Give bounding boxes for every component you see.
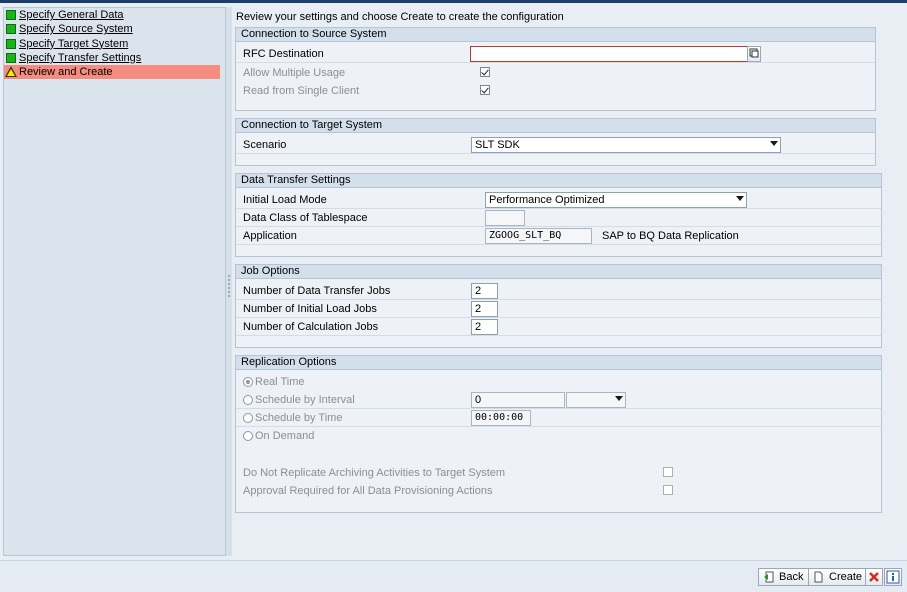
new-document-icon bbox=[814, 571, 823, 583]
real-time-row: Real Time bbox=[236, 373, 881, 391]
schedule-interval-radio[interactable] bbox=[243, 395, 253, 405]
step-label: Review and Create bbox=[19, 66, 113, 79]
approval-checkbox[interactable] bbox=[663, 485, 673, 495]
splitter-grip-icon[interactable] bbox=[228, 274, 230, 298]
read-single-client-checkbox[interactable] bbox=[480, 85, 490, 95]
calculation-jobs-row: Number of Calculation Jobs 2 bbox=[236, 318, 881, 336]
cancel-button[interactable] bbox=[865, 568, 883, 586]
wizard-step-list: Specify General Data Specify Source Syst… bbox=[3, 7, 226, 556]
approval-row: Approval Required for All Data Provision… bbox=[236, 482, 881, 500]
step-label[interactable]: Specify Target System bbox=[19, 38, 128, 50]
info-button[interactable] bbox=[884, 568, 902, 586]
schedule-interval-label: Schedule by Interval bbox=[255, 394, 355, 406]
green-status-icon bbox=[6, 10, 16, 20]
warning-icon bbox=[5, 66, 17, 78]
create-label: Create bbox=[829, 571, 863, 583]
interval-unit-select bbox=[566, 392, 626, 408]
step-specify-transfer-settings[interactable]: Specify Transfer Settings bbox=[4, 51, 220, 65]
real-time-radio[interactable] bbox=[243, 377, 253, 387]
calculation-jobs-input[interactable]: 2 bbox=[471, 319, 498, 335]
chevron-down-icon bbox=[615, 396, 623, 401]
data-transfer-jobs-label: Number of Data Transfer Jobs bbox=[243, 285, 391, 297]
schedule-interval-row: Schedule by Interval 0 bbox=[236, 391, 881, 409]
replication-options-section: Replication Options Real Time Schedule b… bbox=[235, 355, 882, 513]
read-single-client-label: Read from Single Client bbox=[243, 85, 360, 97]
close-icon bbox=[869, 572, 879, 582]
rfc-destination-input[interactable] bbox=[470, 46, 748, 62]
rfc-destination-label: RFC Destination bbox=[243, 48, 324, 60]
step-specify-general-data[interactable]: Specify General Data bbox=[4, 8, 220, 22]
step-label[interactable]: Specify Source System bbox=[19, 23, 133, 35]
initial-load-mode-row: Initial Load Mode Performance Optimized bbox=[236, 191, 881, 209]
schedule-time-field: 00:00:00 bbox=[471, 410, 531, 426]
allow-multiple-usage-label: Allow Multiple Usage bbox=[243, 67, 346, 79]
data-transfer-jobs-row: Number of Data Transfer Jobs 2 bbox=[236, 282, 881, 300]
application-label: Application bbox=[243, 230, 297, 242]
scenario-label: Scenario bbox=[243, 139, 287, 151]
on-demand-label: On Demand bbox=[255, 430, 315, 442]
data-class-field bbox=[485, 210, 525, 226]
window-top-border bbox=[0, 0, 907, 3]
rfc-destination-row: RFC Destination bbox=[236, 45, 875, 63]
create-button[interactable]: Create bbox=[808, 568, 869, 586]
initial-load-jobs-label: Number of Initial Load Jobs bbox=[243, 303, 377, 315]
step-specify-target-system[interactable]: Specify Target System bbox=[4, 37, 220, 51]
source-system-section: Connection to Source System RFC Destinat… bbox=[235, 27, 876, 111]
back-label: Back bbox=[779, 571, 804, 583]
green-status-icon bbox=[6, 52, 16, 63]
section-title: Job Options bbox=[236, 265, 881, 279]
data-transfer-jobs-input[interactable]: 2 bbox=[471, 283, 498, 299]
section-title: Connection to Target System bbox=[236, 119, 875, 133]
step-label[interactable]: Specify Transfer Settings bbox=[19, 52, 141, 64]
on-demand-row: On Demand bbox=[236, 427, 881, 445]
schedule-time-radio[interactable] bbox=[243, 413, 253, 423]
data-transfer-settings-section: Data Transfer Settings Initial Load Mode… bbox=[235, 173, 882, 257]
instruction-text: Review your settings and choose Create t… bbox=[236, 11, 564, 23]
initial-load-jobs-row: Number of Initial Load Jobs 2 bbox=[236, 300, 881, 318]
scenario-row: Scenario SLT SDK bbox=[236, 136, 875, 154]
scenario-select[interactable]: SLT SDK bbox=[471, 137, 781, 153]
application-description: SAP to BQ Data Replication bbox=[602, 230, 739, 242]
section-title: Connection to Source System bbox=[236, 28, 875, 42]
initial-load-mode-select[interactable]: Performance Optimized bbox=[485, 192, 747, 208]
real-time-label: Real Time bbox=[255, 376, 305, 388]
initial-load-mode-label: Initial Load Mode bbox=[243, 194, 327, 206]
target-system-section: Connection to Target System Scenario SLT… bbox=[235, 118, 876, 166]
read-single-client-row: Read from Single Client bbox=[236, 82, 875, 100]
on-demand-radio[interactable] bbox=[243, 431, 253, 441]
calculation-jobs-label: Number of Calculation Jobs bbox=[243, 321, 379, 333]
data-class-label: Data Class of Tablespace bbox=[243, 212, 368, 224]
scenario-value: SLT SDK bbox=[475, 139, 520, 151]
green-status-icon bbox=[6, 38, 16, 49]
application-row: Application ZGOOG_SLT_BQ SAP to BQ Data … bbox=[236, 227, 881, 245]
job-options-section: Job Options Number of Data Transfer Jobs… bbox=[235, 264, 882, 348]
application-field: ZGOOG_SLT_BQ bbox=[485, 228, 592, 244]
data-class-row: Data Class of Tablespace bbox=[236, 209, 881, 227]
section-title: Replication Options bbox=[236, 356, 881, 370]
back-button[interactable]: Back bbox=[758, 568, 810, 586]
initial-load-jobs-input[interactable]: 2 bbox=[471, 301, 498, 317]
archiving-label: Do Not Replicate Archiving Activities to… bbox=[243, 467, 506, 479]
value-help-button[interactable] bbox=[747, 46, 761, 62]
chevron-down-icon[interactable] bbox=[770, 141, 778, 146]
section-title: Data Transfer Settings bbox=[236, 174, 881, 188]
green-status-icon bbox=[6, 24, 16, 35]
step-specify-source-system[interactable]: Specify Source System bbox=[4, 22, 220, 36]
approval-label: Approval Required for All Data Provision… bbox=[243, 485, 493, 497]
allow-multiple-usage-checkbox[interactable] bbox=[480, 67, 490, 77]
interval-value-field: 0 bbox=[471, 392, 565, 408]
step-review-and-create[interactable]: Review and Create bbox=[4, 65, 220, 80]
archiving-row: Do Not Replicate Archiving Activities to… bbox=[236, 464, 881, 482]
allow-multiple-usage-row: Allow Multiple Usage bbox=[236, 64, 875, 82]
back-icon bbox=[764, 571, 774, 583]
archiving-checkbox[interactable] bbox=[663, 467, 673, 477]
schedule-time-label: Schedule by Time bbox=[255, 412, 343, 424]
initial-load-mode-value: Performance Optimized bbox=[489, 194, 605, 206]
chevron-down-icon[interactable] bbox=[736, 196, 744, 201]
info-icon bbox=[886, 570, 900, 584]
schedule-time-row: Schedule by Time 00:00:00 bbox=[236, 409, 881, 427]
value-help-icon bbox=[749, 48, 759, 58]
step-label[interactable]: Specify General Data bbox=[19, 9, 124, 21]
